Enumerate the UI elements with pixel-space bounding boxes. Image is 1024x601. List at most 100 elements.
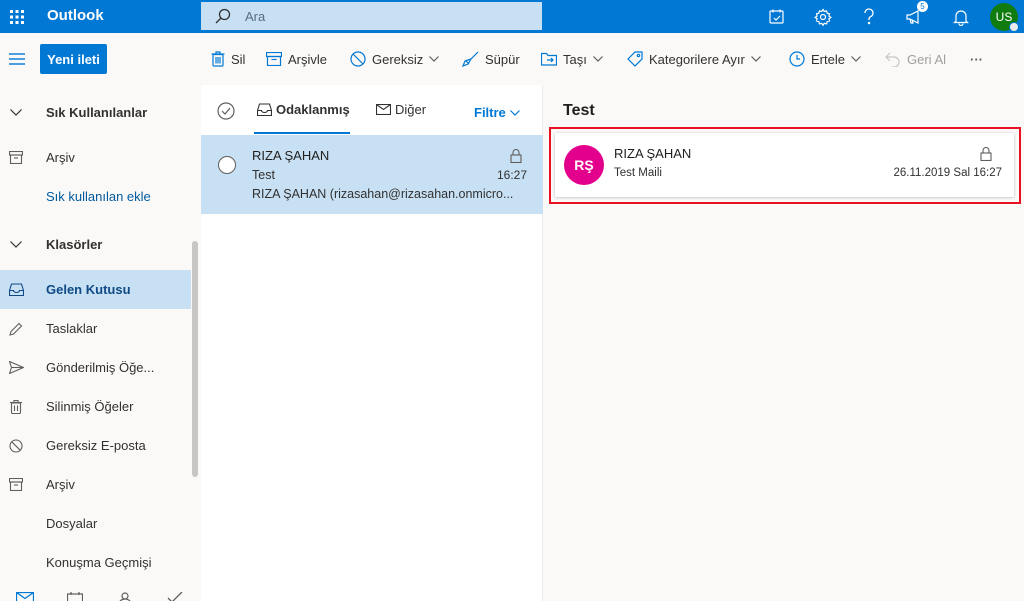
categorize-button[interactable]: Kategorilere Ayır bbox=[627, 48, 761, 70]
pencil-icon bbox=[0, 322, 32, 336]
block-icon bbox=[350, 51, 366, 67]
chevron-down-icon[interactable] bbox=[0, 241, 32, 248]
notifications-bell-icon[interactable] bbox=[938, 0, 984, 33]
chevron-down-icon[interactable] bbox=[592, 56, 603, 62]
notification-badge: 5 bbox=[917, 1, 928, 12]
my-day-icon[interactable] bbox=[754, 0, 800, 33]
tab-label: Odaklanmış bbox=[276, 102, 350, 117]
sweep-label: Süpür bbox=[485, 51, 520, 67]
sidebar-item-junk[interactable]: Gereksiz E-posta bbox=[0, 426, 191, 465]
message-select-checkbox[interactable] bbox=[218, 156, 236, 174]
command-bar: Yeni ileti Sil Arşivle Gereksiz Süpür Ta… bbox=[0, 33, 1024, 85]
send-icon bbox=[0, 361, 32, 374]
folders-label: Klasörler bbox=[46, 237, 103, 252]
delete-button[interactable]: Sil bbox=[211, 48, 245, 70]
tab-focused[interactable]: Odaklanmış bbox=[257, 102, 350, 117]
archive-label: Arşivle bbox=[288, 51, 328, 67]
undo-icon bbox=[885, 51, 901, 67]
add-favorite-label: Sık kullanılan ekle bbox=[46, 189, 151, 204]
archive-icon bbox=[0, 151, 32, 164]
trash-icon bbox=[211, 51, 225, 67]
sidebar-item-files[interactable]: Dosyalar bbox=[0, 504, 191, 543]
sidebar-item-drafts[interactable]: Taslaklar bbox=[0, 309, 191, 348]
message-list: Odaklanmış Diğer Filtre RIZA ŞAHAN Test bbox=[201, 85, 543, 601]
whats-new-megaphone-icon[interactable]: 5 bbox=[892, 0, 938, 33]
app-launcher-icon[interactable] bbox=[0, 0, 33, 33]
favorites-header[interactable]: Sık Kullanılanlar bbox=[0, 93, 191, 132]
undo-label: Geri Al bbox=[907, 51, 947, 67]
filter-button[interactable]: Filtre bbox=[474, 105, 520, 120]
message-list-item[interactable]: RIZA ŞAHAN Test 16:27 RIZA ŞAHAN (rizasa… bbox=[201, 135, 543, 214]
move-label: Taşı bbox=[563, 51, 587, 67]
sidebar-item-label: Taslaklar bbox=[46, 321, 98, 336]
message-sender: RIZA ŞAHAN bbox=[252, 148, 330, 163]
folder-move-icon bbox=[541, 52, 557, 66]
sidebar-item-label: Arşiv bbox=[46, 150, 75, 165]
sidebar-item-deleted[interactable]: Silinmiş Öğeler bbox=[0, 387, 191, 426]
calendar-icon[interactable] bbox=[50, 578, 100, 601]
snooze-button[interactable]: Ertele bbox=[789, 48, 861, 70]
message-subject: Test bbox=[252, 168, 275, 182]
search-input[interactable] bbox=[245, 8, 525, 24]
sidebar-item-inbox[interactable]: Gelen Kutusu bbox=[0, 270, 191, 309]
message-header-card[interactable]: RŞ RIZA ŞAHAN Test Maili 26.11.2019 Sal … bbox=[555, 133, 1014, 197]
mail-icon bbox=[376, 104, 391, 115]
search-box[interactable] bbox=[201, 2, 542, 30]
sweep-button[interactable]: Süpür bbox=[462, 48, 520, 70]
sidebar-item-archive-favorite[interactable]: Arşiv bbox=[0, 138, 191, 177]
categorize-label: Kategorilere Ayır bbox=[649, 51, 745, 67]
user-initials: US bbox=[995, 9, 1013, 24]
reading-pane: Test RŞ RIZA ŞAHAN Test Maili 26.11.2019… bbox=[543, 85, 1024, 601]
chevron-down-icon[interactable] bbox=[0, 109, 32, 116]
sidebar-item-archive[interactable]: Arşiv bbox=[0, 465, 191, 504]
sidebar-item-conversation-history[interactable]: Konuşma Geçmişi bbox=[0, 543, 191, 582]
folder-pane: Sık Kullanılanlar Arşiv Sık kullanılan e… bbox=[0, 85, 201, 601]
broom-icon bbox=[462, 51, 479, 67]
sidebar-item-sent[interactable]: Gönderilmiş Öğe... bbox=[0, 348, 191, 387]
sidebar-scrollbar[interactable] bbox=[192, 241, 198, 477]
junk-button[interactable]: Gereksiz bbox=[350, 48, 440, 70]
people-icon[interactable] bbox=[100, 578, 150, 601]
favorites-label: Sık Kullanılanlar bbox=[46, 105, 148, 120]
delete-label: Sil bbox=[231, 51, 246, 67]
sender-avatar[interactable]: RŞ bbox=[564, 145, 604, 185]
message-time: 16:27 bbox=[496, 168, 527, 182]
tab-other[interactable]: Diğer bbox=[376, 102, 426, 117]
app-title[interactable]: Outlook bbox=[47, 7, 104, 24]
sidebar-item-label: Dosyalar bbox=[46, 516, 98, 531]
message-preview: RIZA ŞAHAN (rizasahan@rizasahan.onmicro.… bbox=[252, 187, 514, 201]
tasks-icon[interactable] bbox=[150, 578, 200, 601]
user-avatar[interactable]: US bbox=[990, 2, 1019, 32]
mail-icon[interactable] bbox=[0, 578, 50, 601]
chevron-down-icon[interactable] bbox=[750, 56, 761, 62]
reading-date: 26.11.2019 Sal 16:27 bbox=[893, 167, 1003, 179]
active-tab-indicator bbox=[254, 132, 350, 134]
clock-icon bbox=[789, 51, 805, 67]
chevron-down-icon[interactable] bbox=[429, 56, 440, 62]
inbox-tray-icon bbox=[257, 103, 272, 116]
undo-button[interactable]: Geri Al bbox=[885, 48, 946, 70]
search-icon bbox=[215, 8, 239, 24]
sidebar-item-label: Konuşma Geçmişi bbox=[46, 555, 152, 570]
more-options-button[interactable]: ··· bbox=[970, 48, 983, 70]
help-icon[interactable] bbox=[846, 0, 892, 33]
reading-sender[interactable]: RIZA ŞAHAN bbox=[614, 146, 691, 161]
sidebar-item-label: Silinmiş Öğeler bbox=[46, 399, 134, 414]
new-message-button[interactable]: Yeni ileti bbox=[40, 44, 107, 74]
archive-button[interactable]: Arşivle bbox=[266, 48, 327, 70]
top-bar: Outlook Ara 5 US bbox=[0, 0, 1024, 33]
tag-icon bbox=[627, 51, 643, 67]
avatar-initials: RŞ bbox=[574, 157, 594, 173]
hamburger-menu-icon[interactable] bbox=[0, 33, 34, 85]
inbox-icon bbox=[0, 283, 32, 296]
folders-header[interactable]: Klasörler bbox=[0, 225, 191, 264]
trash-icon bbox=[0, 399, 32, 414]
sidebar-item-label: Gelen Kutusu bbox=[46, 282, 131, 297]
settings-gear-icon[interactable] bbox=[800, 0, 846, 33]
move-button[interactable]: Taşı bbox=[541, 48, 603, 70]
chevron-down-icon bbox=[509, 109, 520, 116]
select-all-checkbox-icon[interactable] bbox=[217, 102, 235, 120]
add-favorite-link[interactable]: Sık kullanılan ekle bbox=[0, 177, 191, 216]
chevron-down-icon[interactable] bbox=[851, 56, 861, 62]
conversation-subject: Test bbox=[563, 102, 595, 119]
